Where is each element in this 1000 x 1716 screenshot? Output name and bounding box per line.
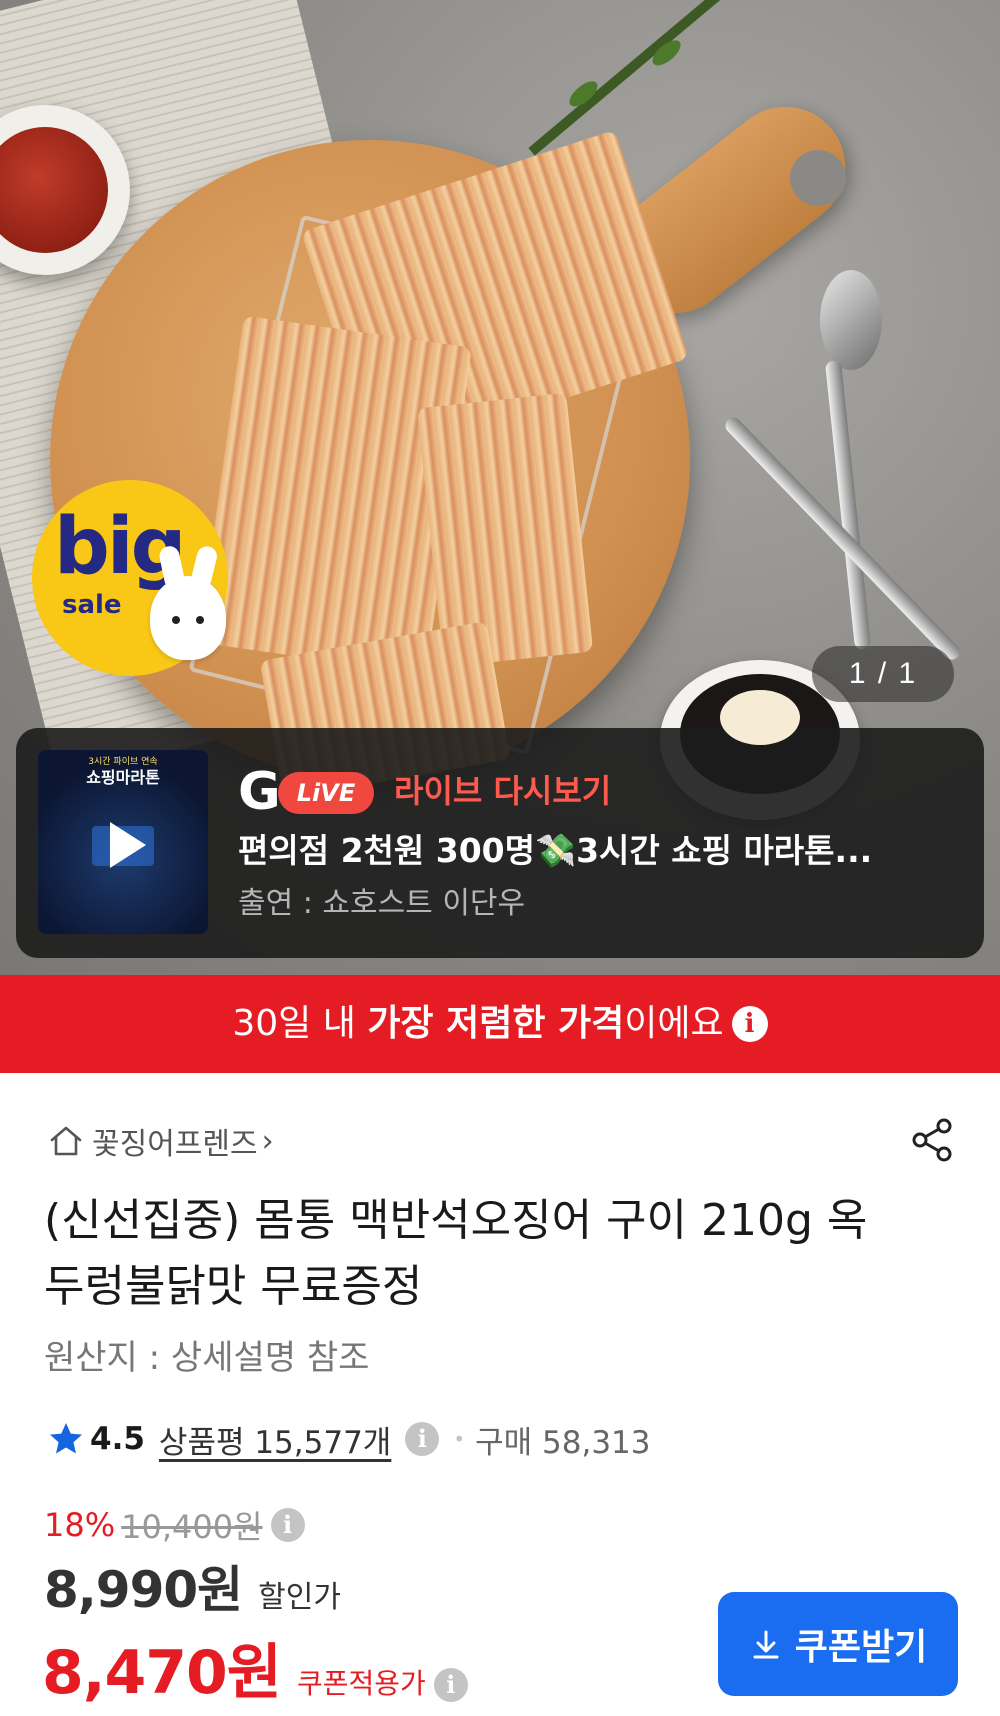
sale-price: 8,990원 xyxy=(44,1561,243,1619)
download-icon xyxy=(753,1630,779,1659)
store-link[interactable]: 꽃징어프렌즈 › xyxy=(46,1118,274,1164)
spoon xyxy=(820,270,882,370)
bunny-eye xyxy=(196,616,204,624)
sale-price-row: 8,990원 할인가 xyxy=(44,1550,341,1622)
product-title: (신선집중) 몸통 맥반석오징어 구이 210g 옥두렁불닭맛 무료증정 xyxy=(44,1195,868,1312)
product-image[interactable]: big sale 1 / 1 3시간 파이브 연속 쇼핑마라톤 G LiVE 라… xyxy=(0,0,1000,975)
bunny-eye xyxy=(172,616,180,624)
thumb-title: 쇼핑마라톤 xyxy=(86,768,160,787)
coupon-price-label: 쿠폰적용가 xyxy=(297,1667,426,1700)
sale-price-label: 할인가 xyxy=(258,1580,341,1615)
glive-logo-pill: LiVE xyxy=(278,772,374,814)
review-count-link[interactable]: 상품평 15,577개 xyxy=(159,1417,391,1462)
info-icon[interactable]: i xyxy=(433,1668,468,1702)
product-origin: 원산지 : 상세설명 참조 xyxy=(44,1338,370,1378)
info-icon[interactable]: i xyxy=(405,1422,440,1456)
original-price: 10,400원 xyxy=(121,1508,263,1546)
glive-logo-g: G xyxy=(238,762,281,822)
purchase-count: 구매 58,313 xyxy=(475,1424,651,1461)
mayo-dip xyxy=(720,690,800,745)
image-page-counter: 1 / 1 xyxy=(812,646,954,702)
lowest-price-banner[interactable]: 30일 내 가장 저렴한 가격이에요 i xyxy=(0,975,1000,1073)
banner-suffix: 이에요 xyxy=(624,1003,724,1044)
info-icon[interactable]: i xyxy=(270,1508,305,1542)
board-hole xyxy=(790,150,846,206)
live-title[interactable]: 편의점 2천원 300명💸3시간 쇼핑 마라톤... xyxy=(238,824,938,872)
play-icon[interactable] xyxy=(90,812,156,878)
rating-row: 4.5 상품평 15,577개 i • 구매 58,313 xyxy=(48,1414,651,1464)
star-icon xyxy=(50,1423,82,1454)
get-coupon-button[interactable]: 쿠폰받기 xyxy=(718,1592,958,1696)
dot-separator: • xyxy=(453,1427,466,1451)
big-sale-badge: big sale xyxy=(32,480,228,676)
banner-prefix: 30일 내 xyxy=(232,1003,368,1044)
live-host: 출연 : 쇼호스트 이단우 xyxy=(238,886,526,921)
herb-decor xyxy=(528,0,742,156)
live-thumbnail[interactable]: 3시간 파이브 연속 쇼핑마라톤 xyxy=(38,750,208,934)
live-replay-card[interactable]: 3시간 파이브 연속 쇼핑마라톤 G LiVE 라이브 다시보기 편의점 2천원… xyxy=(16,728,984,958)
glive-logo: G LiVE xyxy=(238,764,378,820)
info-icon[interactable]: i xyxy=(731,1006,768,1042)
squid-piece xyxy=(416,392,594,668)
live-replay-label: 라이브 다시보기 xyxy=(394,772,612,810)
discount-row: 18% 10,400원 i xyxy=(44,1502,305,1548)
coupon-price-row: 8,470원 쿠폰적용가 i xyxy=(42,1624,468,1711)
store-name: 꽃징어프렌즈 xyxy=(92,1127,258,1162)
get-coupon-label: 쿠폰받기 xyxy=(794,1626,928,1667)
bunny-icon xyxy=(150,576,226,660)
chevron-right-icon: › xyxy=(261,1123,274,1159)
badge-sale-text: sale xyxy=(62,590,122,620)
share-icon[interactable] xyxy=(906,1114,958,1166)
discount-percent: 18% xyxy=(44,1506,116,1544)
home-icon xyxy=(50,1126,82,1156)
coupon-price: 8,470원 xyxy=(42,1638,282,1708)
rating-score: 4.5 xyxy=(90,1421,145,1457)
spoon-handle xyxy=(824,359,872,651)
banner-bold-text: 가장 저렴한 가격 xyxy=(367,1003,625,1044)
